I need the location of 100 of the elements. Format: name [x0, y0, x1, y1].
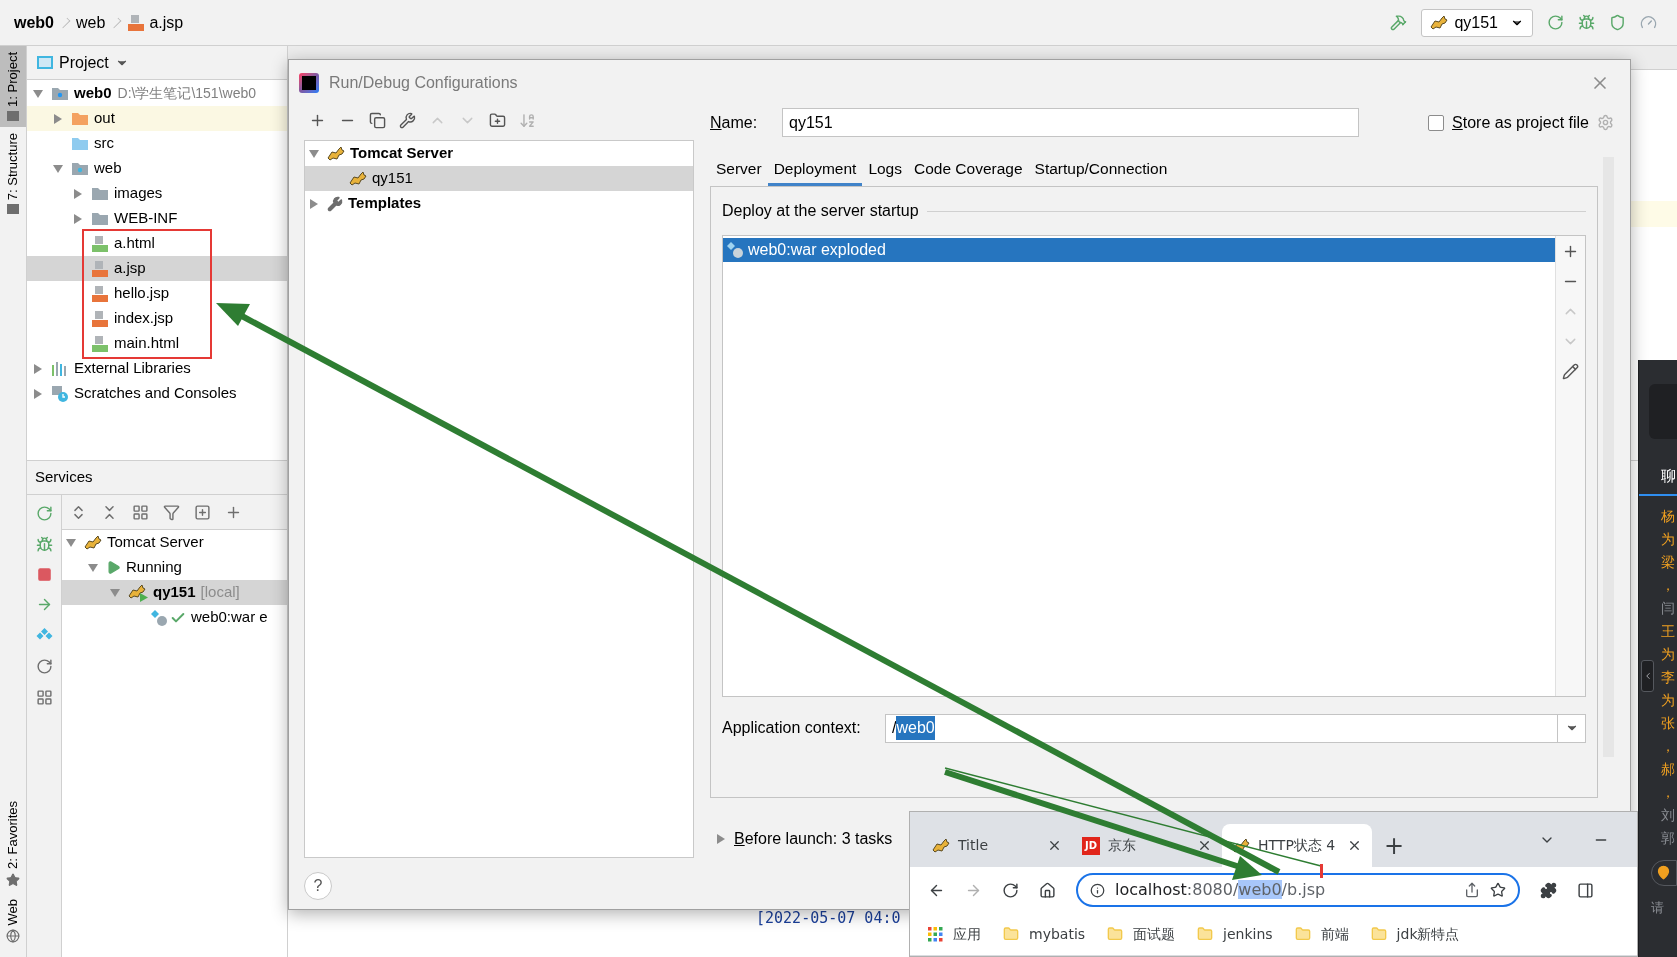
new-tab-button[interactable]: +: [1372, 824, 1417, 867]
share-icon[interactable]: [1464, 882, 1480, 898]
application-context-field[interactable]: /web0: [885, 713, 1586, 743]
tool-window-tab[interactable]: Web: [0, 892, 26, 949]
breadcrumb-item[interactable]: web: [76, 10, 106, 35]
layout-icon[interactable]: [35, 689, 53, 706]
close-icon[interactable]: [1197, 838, 1212, 853]
wrench-icon: [327, 195, 343, 212]
add-icon[interactable]: [1562, 243, 1579, 260]
build-hammer-icon[interactable]: [1390, 14, 1408, 31]
tree-item[interactable]: web: [27, 156, 287, 181]
expand-arrow-icon[interactable]: [33, 363, 43, 374]
address-bar[interactable]: localhost:8080/web0/b.jsp: [1076, 873, 1520, 907]
filter-icon[interactable]: [163, 503, 180, 521]
run-config-dropdown[interactable]: qy151: [1421, 8, 1533, 37]
close-icon[interactable]: [1347, 838, 1362, 853]
wrench-icon[interactable]: [399, 111, 416, 129]
breadcrumb-item[interactable]: a.jsp: [127, 10, 184, 35]
tool-window-tab[interactable]: 7: Structure: [0, 126, 26, 221]
new-tab-icon[interactable]: [194, 503, 211, 521]
tab[interactable]: Startup/Connection: [1028, 154, 1174, 186]
panel-title[interactable]: Project: [59, 50, 109, 75]
tree-item[interactable]: src: [27, 131, 287, 156]
browser-tab[interactable]: JD 京东: [1072, 824, 1222, 867]
tab[interactable]: Deployment: [767, 154, 863, 186]
tree-item[interactable]: External Libraries: [27, 356, 287, 381]
bookmark[interactable]: 前端: [1294, 923, 1349, 945]
tree-item[interactable]: qy151: [305, 166, 693, 191]
collapse-arrow-icon[interactable]: [33, 88, 43, 99]
tab[interactable]: Code Coverage: [908, 154, 1029, 186]
extensions-icon[interactable]: [1540, 881, 1557, 899]
tab[interactable]: Logs: [862, 154, 908, 186]
debug-bug-icon[interactable]: [35, 536, 53, 553]
collapse-arrow-icon[interactable]: [88, 562, 98, 573]
home-icon[interactable]: [1039, 881, 1056, 899]
tree-item[interactable]: WEB-INF: [27, 206, 287, 231]
settings-icon[interactable]: [1597, 114, 1614, 131]
tree-item[interactable]: Running: [62, 555, 287, 580]
group-icon[interactable]: [132, 503, 149, 521]
collapse-handle[interactable]: [1641, 660, 1654, 692]
tree-item[interactable]: web0 D:\学生笔记\151\web0: [27, 81, 287, 106]
tab[interactable]: Server: [710, 154, 768, 186]
stop-icon[interactable]: [36, 567, 52, 582]
expand-arrow-icon[interactable]: [73, 188, 83, 199]
tree-item[interactable]: a.html: [27, 231, 287, 256]
tree-item[interactable]: a.jsp: [27, 256, 287, 281]
bookmark[interactable]: 应用: [928, 923, 981, 945]
tree-item[interactable]: Templates: [305, 191, 693, 216]
copy-icon[interactable]: [369, 111, 386, 129]
tool-window-tab[interactable]: 1: Project: [0, 46, 26, 127]
tree-item[interactable]: qy151 [local]: [62, 580, 287, 605]
bookmark-star-icon[interactable]: [1490, 882, 1506, 898]
edit-pencil-icon[interactable]: [1562, 363, 1579, 380]
rerun-icon[interactable]: [1547, 14, 1564, 31]
coverage-shield-icon[interactable]: [1609, 14, 1626, 31]
profiler-icon[interactable]: [1640, 14, 1657, 31]
tree-item[interactable]: index.jsp: [27, 306, 287, 331]
tree-item[interactable]: images: [27, 181, 287, 206]
rerun-icon[interactable]: [35, 505, 53, 522]
sort-icon[interactable]: [519, 111, 536, 129]
expand-arrow-icon[interactable]: [73, 213, 83, 224]
before-launch-toggle[interactable]: Before launch: 3 tasks: [734, 827, 893, 851]
side-panel-icon[interactable]: [1577, 881, 1594, 899]
name-field[interactable]: qy151: [782, 108, 1359, 137]
expand-arrow-icon[interactable]: [716, 834, 726, 844]
reload-icon[interactable]: [1002, 881, 1019, 899]
tree-item[interactable]: out: [27, 106, 287, 131]
collapse-arrow-icon[interactable]: [66, 537, 76, 548]
bookmark[interactable]: jenkins: [1197, 923, 1273, 945]
expand-arrow-icon[interactable]: [309, 198, 319, 209]
refresh-icon[interactable]: [35, 658, 53, 675]
tree-item[interactable]: Tomcat Server: [62, 530, 287, 555]
site-info-icon[interactable]: [1090, 882, 1105, 898]
message-input-field[interactable]: 请: [1639, 897, 1677, 917]
expand-arrow-icon[interactable]: [33, 388, 43, 399]
artifact-item[interactable]: web0:war exploded: [723, 238, 1555, 262]
help-button[interactable]: ?: [304, 872, 332, 900]
tree-item[interactable]: hello.jsp: [27, 281, 287, 306]
new-folder-icon[interactable]: [489, 111, 506, 129]
tool-window-tab[interactable]: 2: Favorites: [0, 794, 26, 893]
breadcrumb-item[interactable]: web0: [14, 10, 54, 35]
collapse-arrow-icon[interactable]: [110, 587, 120, 598]
browser-tab[interactable]: Title: [922, 824, 1072, 867]
bookmark[interactable]: mybatis: [1003, 923, 1086, 945]
expand-arrow-icon[interactable]: [53, 113, 63, 124]
tree-item[interactable]: Tomcat Server: [305, 141, 693, 166]
collapse-arrow-icon[interactable]: [309, 148, 319, 159]
debug-bug-icon[interactable]: [1578, 14, 1595, 31]
bookmark[interactable]: jdk新特点: [1370, 923, 1460, 945]
tree-item[interactable]: main.html: [27, 331, 287, 356]
tree-item[interactable]: Scratches and Consoles: [27, 381, 287, 406]
checkbox[interactable]: [1428, 114, 1445, 131]
tree-item[interactable]: web0:war e: [62, 605, 287, 630]
bookmark[interactable]: 面试题: [1107, 923, 1176, 945]
collapse-arrow-icon[interactable]: [53, 163, 63, 174]
folder-icon: [91, 186, 109, 201]
close-icon[interactable]: [1047, 838, 1062, 853]
app-logo-icon: [299, 73, 319, 93]
chat-tab[interactable]: 聊: [1639, 465, 1677, 488]
checkbox-label[interactable]: Store as project file: [1452, 110, 1589, 135]
